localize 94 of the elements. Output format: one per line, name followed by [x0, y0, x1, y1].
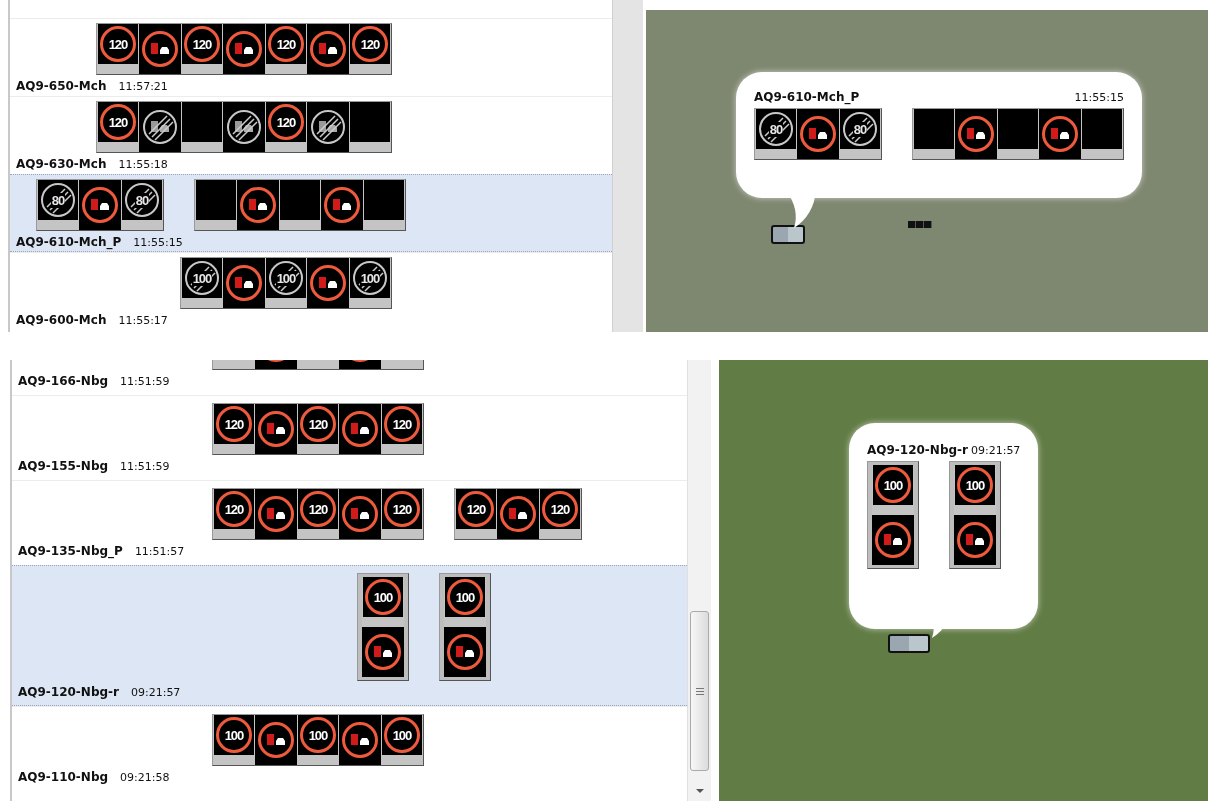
speed-limit-number: 100: [455, 590, 475, 604]
gantry-name: AQ9-600-Mch: [16, 313, 107, 327]
blank-sign: [1081, 109, 1123, 159]
speed-limit-number: 120: [308, 502, 328, 516]
truck-car-icon: [455, 645, 475, 659]
speed-limit-number: 120: [192, 37, 212, 51]
truck-car-icon: [150, 120, 170, 134]
aerial-map-placeholder[interactable]: AQ9-610-Mch_P 11:55:15 80 80: [646, 10, 1208, 332]
truck-car-icon: [966, 127, 986, 141]
speed-limit-number: 100: [359, 270, 381, 286]
speed-limit-number: 100: [191, 270, 213, 286]
truck-car-icon: [883, 533, 903, 547]
speed-limit-number: 120: [466, 502, 486, 516]
callout-time: 11:55:15: [1074, 91, 1124, 104]
scrollbar-thumb[interactable]: [690, 611, 709, 771]
truck-car-icon: [248, 198, 268, 212]
speed-limit-number: 100: [224, 728, 244, 742]
speed-limit-number: 120: [276, 115, 296, 129]
timestamp: 11:55:15: [133, 236, 183, 249]
gantry-marker-icon[interactable]: [771, 225, 805, 244]
blank-sign: [279, 180, 321, 230]
truck-car-icon: [965, 533, 985, 547]
speed-limit-number: 100: [308, 728, 328, 742]
truck-car-icon: [808, 127, 828, 141]
truck-car-icon: [332, 198, 352, 212]
gantry-name: AQ9-610-Mch_P: [16, 235, 122, 249]
gantry-name: AQ9-110-Nbg: [18, 770, 109, 784]
timestamp: 09:21:57: [130, 686, 181, 699]
speed-limit-number: 120: [108, 37, 128, 51]
truck-car-icon: [350, 507, 370, 521]
truck-car-icon: [90, 198, 110, 212]
blank-sign: [363, 180, 405, 230]
timestamp: 09:21:58: [120, 771, 170, 784]
timestamp: 11:55:17: [118, 314, 168, 327]
truck-car-icon: [266, 733, 286, 747]
gantry-name: AQ9-650-Mch: [16, 79, 107, 93]
truck-car-icon: [234, 120, 254, 134]
speed-limit-number: 120: [392, 502, 412, 516]
scrollbar[interactable]: [687, 360, 711, 801]
timestamp: 11:51:59: [120, 375, 170, 388]
truck-car-icon: [266, 422, 286, 436]
blank-sign: [195, 180, 237, 230]
speed-limit-number: 120: [392, 417, 412, 431]
blank-sign: [913, 109, 955, 159]
grip-icon: [695, 687, 704, 695]
speed-limit-number: 120: [108, 115, 128, 129]
callout-time: 09:21:57: [970, 444, 1021, 457]
truck-car-icon: [1050, 127, 1070, 141]
timestamp: 11:55:18: [118, 158, 168, 171]
timestamp: 11:57:21: [118, 80, 168, 93]
truck-car-icon: [318, 120, 338, 134]
speed-limit-number: 120: [308, 417, 328, 431]
gantry-name: AQ9-166-Nbg: [18, 374, 109, 388]
blank-sign: [997, 109, 1039, 159]
speed-limit-number: 120: [224, 417, 244, 431]
truck-car-icon: [373, 645, 393, 659]
gantry-name: AQ9-120-Nbg-r: [18, 685, 119, 699]
scroll-down-icon[interactable]: [695, 789, 704, 793]
speed-limit-number: 100: [373, 590, 393, 604]
speed-limit-number: 80: [852, 121, 868, 137]
timestamp: 11:51:59: [120, 460, 170, 473]
speed-limit-number: 100: [392, 728, 412, 742]
timestamp: 11:51:57: [134, 545, 185, 558]
truck-car-icon: [266, 507, 286, 521]
speed-limit-number: 80: [768, 121, 784, 137]
callout-title: AQ9-120-Nbg-r: [867, 443, 968, 457]
gantry-name: AQ9-135-Nbg_P: [18, 544, 123, 558]
speed-limit-number: 80: [134, 192, 150, 208]
speed-limit-number: 80: [50, 192, 66, 208]
speed-limit-number: 120: [360, 37, 380, 51]
sign-gantry-row[interactable]: 100 100 AQ9-120-Nbg-r 09:21:57: [12, 565, 687, 706]
speed-limit-number: 100: [275, 270, 297, 286]
truck-car-icon: [350, 733, 370, 747]
truck-car-icon: [508, 507, 528, 521]
gantry-name: AQ9-630-Mch: [16, 157, 107, 171]
truck-car-icon: [350, 422, 370, 436]
speed-limit-number: 120: [550, 502, 570, 516]
callout-title: AQ9-610-Mch_P: [754, 90, 860, 104]
truck-car-icon: [150, 42, 170, 56]
blank-sign: [181, 102, 223, 152]
truck-car-icon: [234, 276, 254, 290]
aerial-map-placeholder[interactable]: AQ9-120-Nbg-r 09:21:57 100 100: [719, 360, 1208, 801]
truck-car-icon: [318, 42, 338, 56]
speed-limit-number: 120: [276, 37, 296, 51]
truck-car-icon: [234, 42, 254, 56]
speed-limit-number: 100: [965, 478, 985, 492]
sign-gantry-row[interactable]: 80 80 AQ9-610-Mch_P 11:55:15: [10, 174, 612, 252]
speed-limit-number: 100: [883, 478, 903, 492]
truck-car-icon: [318, 276, 338, 290]
speed-limit-number: 120: [224, 502, 244, 516]
gantry-name: AQ9-155-Nbg: [18, 459, 109, 473]
blank-sign: [349, 102, 391, 152]
sign-marker-icon[interactable]: [908, 221, 932, 228]
gantry-marker-icon[interactable]: [888, 634, 930, 653]
